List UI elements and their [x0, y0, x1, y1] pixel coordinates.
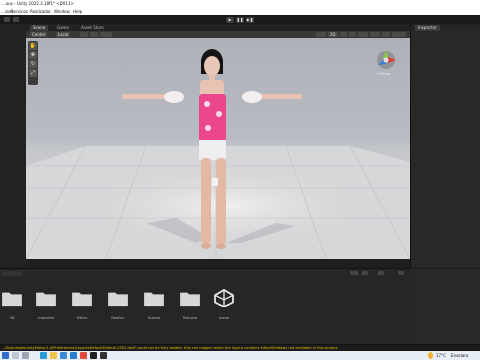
explorer-icon[interactable] [50, 352, 57, 359]
tab-inspector[interactable]: Inspector [415, 25, 440, 31]
folder-icon [72, 292, 92, 307]
pivot-mode-button[interactable]: Center [30, 32, 48, 37]
slider-icon[interactable] [350, 271, 358, 275]
pause-button[interactable]: ❚❚ [236, 17, 244, 23]
search-icon[interactable] [12, 352, 19, 359]
task-view-icon[interactable] [22, 352, 29, 359]
menu-bar: ...sset Servicos Realizador Window Help [0, 8, 480, 15]
folder-label: Fashion [111, 316, 125, 320]
hand-tool-icon[interactable]: ✋ [29, 42, 37, 50]
play-button[interactable]: ▶ [226, 17, 234, 23]
move-tool-icon[interactable]: ✥ [29, 51, 37, 59]
main-toolbar: ▶ ❚❚ ▶❚ [0, 15, 480, 24]
scene-toolbar: Center Local 2D [26, 31, 410, 38]
project-panel: 3D character Editor Fashion Scenes Textures sc… [0, 268, 480, 345]
unity-editor-icon[interactable] [100, 352, 107, 359]
shading-mode-button[interactable] [316, 32, 326, 37]
snap-toggle[interactable] [90, 32, 98, 37]
account-icon[interactable] [4, 17, 10, 22]
cloud-icon[interactable] [13, 17, 19, 22]
folder-label: character [37, 316, 55, 320]
menu-item-help[interactable]: Help [73, 9, 82, 14]
weather-icon [428, 352, 433, 359]
folder-icon [144, 292, 164, 307]
view-2d-toggle[interactable]: 2D [328, 32, 338, 37]
audio-toggle[interactable] [349, 32, 356, 37]
mail-icon[interactable] [70, 352, 77, 359]
scene-tab-bar: Scene Game Asset Store [26, 24, 410, 31]
start-icon[interactable] [2, 352, 9, 359]
gizmos-button[interactable] [392, 32, 406, 37]
grid-toggle[interactable] [80, 32, 88, 37]
project-side-panel [410, 269, 480, 345]
title-bar: ...ous - Unity 2022.3.18f1* <DX11> [0, 0, 480, 8]
folder-label: scene [218, 316, 230, 320]
orientation-gizmo [377, 50, 396, 69]
step-button[interactable]: ▶❚ [246, 17, 254, 23]
folder-icon [36, 292, 56, 307]
gizmo-persp-label[interactable]: < Persp [376, 72, 390, 76]
project-search-bar[interactable] [2, 271, 22, 276]
lock-icon[interactable] [378, 271, 384, 275]
folder-icon [180, 292, 200, 307]
scale-tool-icon[interactable]: ⤢ [29, 69, 37, 77]
unity-logo-icon [214, 289, 234, 307]
console-status-bar[interactable]: ...DownloadsUnityEditor-5.4/Preferences/… [0, 344, 480, 351]
handle-mode-button[interactable]: Local [56, 32, 71, 37]
inspector-header: Inspector [411, 24, 480, 31]
scene-render [26, 49, 410, 259]
camera-settings-button[interactable] [382, 32, 390, 37]
hidden-packages-icon[interactable] [398, 271, 404, 275]
folder-icon [2, 292, 22, 307]
effects-toggle[interactable] [358, 32, 368, 37]
folder-label: Editor [76, 316, 88, 320]
hidden-objects-toggle[interactable] [370, 32, 380, 37]
menu-item-window[interactable]: Window [54, 9, 70, 14]
tool-palette: ✋ ✥ ↻ ⤢ [28, 41, 38, 85]
folder-label: 3D [9, 316, 15, 320]
rotate-tool-icon[interactable]: ↻ [29, 60, 37, 68]
snap-settings[interactable] [100, 32, 112, 37]
folder-label: Textures [182, 316, 198, 320]
folder-label: Scenes [147, 316, 161, 320]
window-title: ...ous - Unity 2022.3.18f1* <DX11> [2, 1, 74, 6]
favorite-icon[interactable] [362, 271, 368, 275]
unity-hub-icon[interactable] [90, 352, 97, 359]
weather-description: Ensolara [451, 353, 469, 358]
windows-taskbar: 17°C Ensolara [0, 351, 480, 360]
menu-item-services[interactable]: Servicos [11, 9, 28, 14]
folder-icon [108, 292, 128, 307]
lighting-toggle[interactable] [340, 32, 347, 37]
inspector-panel: Inspector [410, 24, 480, 268]
store-icon[interactable] [60, 352, 67, 359]
left-panel-edge [0, 24, 26, 268]
console-message: ...DownloadsUnityEditor-5.4/Preferences/… [2, 346, 339, 350]
edge-icon[interactable] [40, 352, 47, 359]
scene-viewport[interactable]: < Persp ✋ ✥ ↻ ⤢ [26, 38, 410, 259]
chrome-icon[interactable] [80, 352, 87, 359]
menu-item-director[interactable]: Realizador [30, 9, 51, 14]
weather-temperature: 17°C [436, 353, 446, 358]
